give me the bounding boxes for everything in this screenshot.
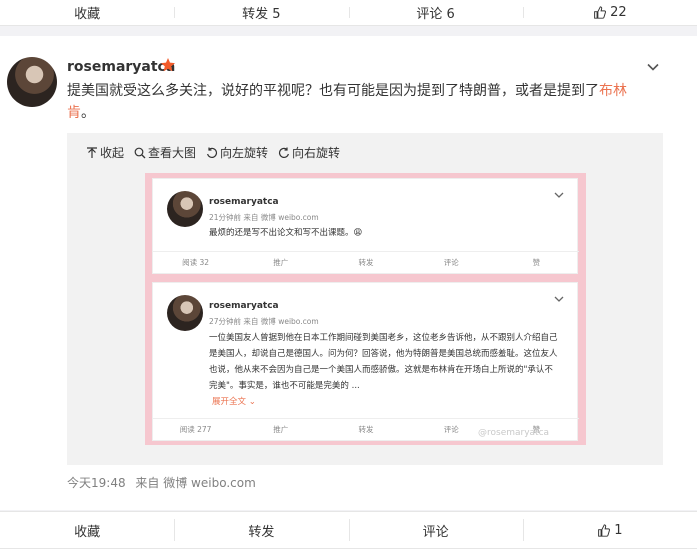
collapse-arrow-icon bbox=[87, 146, 97, 158]
chevron-down-icon[interactable] bbox=[645, 59, 661, 75]
comment-button[interactable]: 评论 6 bbox=[348, 0, 523, 25]
image-post-card: rosemaryatca 21分钟前 来自 微博 weibo.com 最烦的还是… bbox=[152, 178, 579, 274]
like-button[interactable]: 22 bbox=[522, 0, 697, 25]
thumbs-up-icon bbox=[594, 6, 607, 19]
image-action-bar: 阅读 32 推广 转发 评论 赞 bbox=[153, 251, 579, 273]
image-username: rosemaryatca bbox=[209, 197, 279, 207]
post-time[interactable]: 今天19:48 bbox=[67, 476, 126, 490]
media-toolbar: 收起 查看大图 向左旋转 向右旋转 bbox=[86, 144, 340, 161]
image-watermark: @rosemaryatca bbox=[478, 428, 550, 438]
image-post-card: rosemaryatca 27分钟前 来自 微博 weibo.com 一位美国友… bbox=[152, 282, 579, 441]
post-source: 来自 微博 weibo.com bbox=[135, 476, 256, 490]
rotate-right-icon bbox=[279, 147, 290, 158]
repost-button[interactable]: 转发 bbox=[174, 512, 348, 548]
star-badge-icon[interactable] bbox=[160, 57, 176, 73]
image-read-count: 阅读 277 bbox=[179, 425, 212, 434]
rotate-left-icon bbox=[207, 147, 218, 158]
image-post-text: 一位美国友人曾据到他在日本工作期间碰到美国老乡，这位老乡告诉他，从不跟别人介绍自… bbox=[209, 333, 558, 391]
post-action-bar: 收藏 转发 评论 1 bbox=[0, 511, 697, 549]
magnifier-icon bbox=[134, 147, 146, 158]
image-chevron-down-icon bbox=[554, 192, 564, 198]
image-comment: 评论 bbox=[443, 258, 459, 267]
favorite-button[interactable]: 收藏 bbox=[0, 512, 174, 548]
post-text: 提美国就受这么多关注，说好的平视呢？也有可能是因为提到了特朗普，或者是提到了布林… bbox=[67, 83, 627, 121]
thumbs-up-icon bbox=[598, 523, 611, 537]
rotate-left-button[interactable]: 向左旋转 bbox=[206, 144, 268, 161]
post-meta: 今天19:48 来自 微博 weibo.com bbox=[67, 474, 256, 491]
image-read-count: 阅读 32 bbox=[182, 258, 210, 267]
image-post-text: 最烦的还是写不出论文和写不出课题。😩 bbox=[209, 228, 363, 238]
image-promote: 推广 bbox=[273, 425, 289, 434]
rotate-right-button[interactable]: 向右旋转 bbox=[278, 144, 340, 161]
previous-post-action-bar: 收藏 转发 5 评论 6 22 bbox=[0, 0, 697, 26]
image-post-meta: 27分钟前 来自 微博 weibo.com bbox=[209, 317, 319, 326]
collapse-button[interactable]: 收起 bbox=[86, 144, 124, 161]
image-repost: 转发 bbox=[358, 258, 374, 267]
image-repost: 转发 bbox=[358, 425, 374, 434]
view-large-button[interactable]: 查看大图 bbox=[134, 144, 196, 161]
repost-button[interactable]: 转发 5 bbox=[174, 0, 348, 25]
image-promote: 推广 bbox=[273, 258, 289, 267]
image-expand-link: 展开全文 ⌄ bbox=[212, 397, 256, 407]
favorite-button[interactable]: 收藏 bbox=[0, 0, 174, 25]
image-post-meta: 21分钟前 来自 微博 weibo.com bbox=[209, 213, 319, 222]
image-avatar bbox=[167, 191, 203, 227]
image-like: 赞 bbox=[532, 258, 541, 267]
image-chevron-down-icon bbox=[554, 296, 564, 302]
comment-button[interactable]: 评论 bbox=[348, 512, 523, 548]
image-username: rosemaryatca bbox=[209, 301, 279, 311]
avatar[interactable] bbox=[7, 57, 57, 107]
like-button[interactable]: 1 bbox=[522, 512, 697, 548]
image-avatar bbox=[167, 295, 203, 331]
